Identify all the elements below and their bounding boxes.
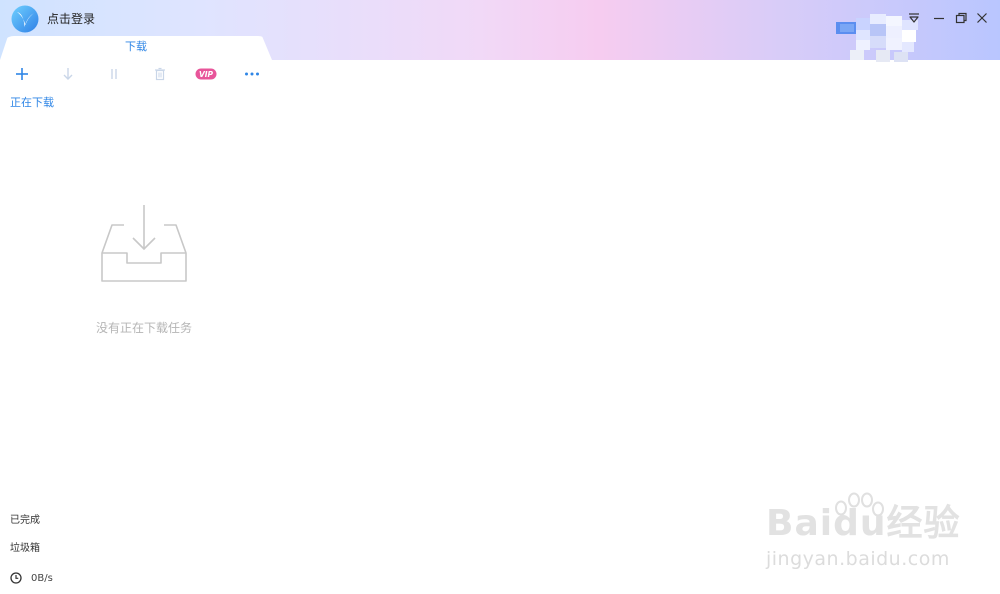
tab-download-label[interactable]: 下载: [0, 40, 272, 54]
restore-icon[interactable]: [953, 10, 969, 26]
watermark-url: jingyan.baidu.com: [766, 548, 950, 570]
minimize-icon[interactable]: [931, 10, 947, 26]
download-speed: 0B/s: [10, 572, 53, 584]
more-icon: [245, 72, 259, 76]
watermark-brand: Baidu经验: [766, 503, 961, 544]
start-download-button[interactable]: [59, 66, 77, 82]
pause-button[interactable]: [105, 66, 123, 82]
app-window: 点击登录 下载 VIP 正在下载 没有正在下载任务 已完成 垃圾箱 0B/s B…: [0, 0, 1000, 594]
clock-icon: [10, 572, 22, 584]
more-button[interactable]: [243, 66, 261, 82]
download-icon: [63, 68, 73, 80]
close-icon[interactable]: [974, 10, 990, 26]
add-icon: [16, 68, 28, 80]
pause-icon: [111, 69, 117, 79]
delete-button[interactable]: [151, 66, 169, 82]
menu-dropdown-icon[interactable]: [906, 10, 922, 26]
login-link[interactable]: 点击登录: [47, 10, 95, 28]
vip-button[interactable]: VIP: [194, 66, 218, 82]
add-task-button[interactable]: [13, 66, 31, 82]
empty-inbox-icon: [101, 205, 187, 282]
trash-icon: [155, 67, 165, 81]
downloading-section-label[interactable]: 正在下载: [10, 96, 54, 110]
nav-trash[interactable]: 垃圾箱: [10, 542, 40, 556]
vip-label: VIP: [199, 70, 214, 79]
speed-value: 0B/s: [31, 572, 53, 584]
app-logo-icon: [11, 5, 39, 33]
empty-state-message: 没有正在下载任务: [95, 321, 192, 335]
nav-completed[interactable]: 已完成: [10, 514, 40, 528]
vip-badge-icon: VIP: [195, 68, 217, 80]
